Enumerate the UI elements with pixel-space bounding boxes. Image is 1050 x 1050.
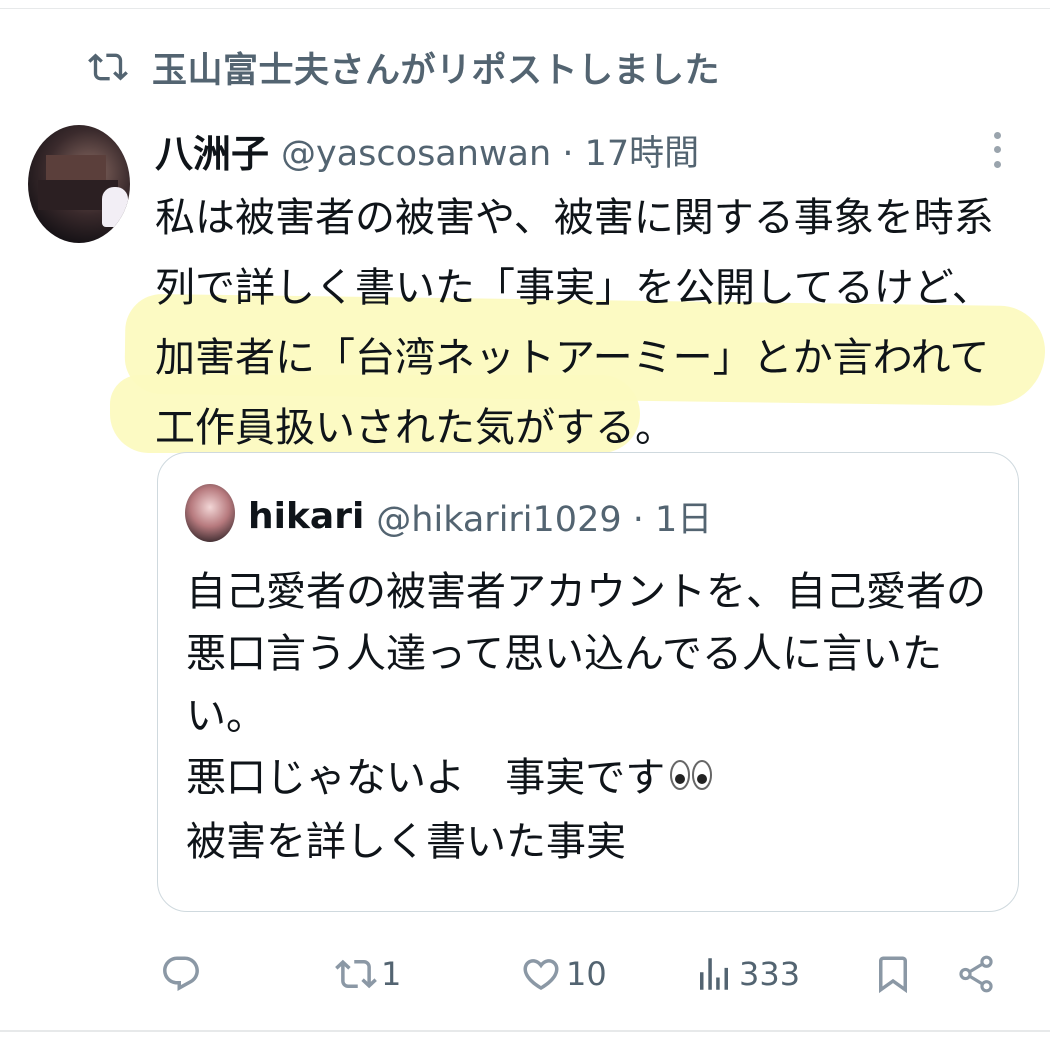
quote-header: hikari @hikariri1029 · 1日 — [248, 488, 712, 544]
bookmark-icon — [879, 956, 907, 994]
repost-indicator[interactable]: 玉山富士夫さんがリポストしました — [88, 42, 720, 92]
tweet-line: 列で詳しく書いた「事実」を公開してるけど、 — [155, 265, 992, 311]
avatar[interactable] — [28, 125, 130, 243]
like-button[interactable]: 10 — [520, 942, 607, 1006]
repost-label: 玉山富士夫さんがリポストしました — [152, 50, 721, 91]
quote-line: 悪口じゃないよ 事実です — [186, 747, 1001, 811]
quote-body: 自己愛者の被害者アカウントを、自己愛者の 悪口言う人達って思い込んでる人に言いた… — [186, 561, 1001, 873]
tweet-line: 加害者に「台湾ネットアーミー」とか言われて — [155, 335, 990, 381]
reply-icon — [163, 956, 199, 991]
quote-display-name: hikari — [248, 495, 365, 537]
quote-line: い。 — [186, 693, 266, 739]
handle-and-time[interactable]: @yascosanwan · 17時間 — [281, 125, 699, 176]
reply-button[interactable] — [160, 942, 206, 1006]
quote-line: 自己愛者の被害者アカウントを、自己愛者の — [186, 569, 986, 615]
tweet-header: 八洲子 @yascosanwan · 17時間 — [155, 122, 699, 178]
repost-icon — [335, 959, 377, 989]
views-count: 333 — [739, 955, 801, 993]
tweet-body: 私は被害者の被害や、被害に関する事象を時系 列で詳しく書いた「事実」を公開してる… — [155, 183, 1025, 463]
display-name[interactable]: 八洲子 — [155, 123, 269, 178]
quote-avatar — [185, 484, 235, 542]
action-bar: 1 10 333 — [0, 942, 1050, 1006]
bookmark-button[interactable] — [872, 942, 914, 1006]
retweet-count: 1 — [381, 955, 402, 993]
eyes-emoji — [669, 749, 713, 811]
repost-icon — [88, 53, 128, 81]
top-divider — [0, 8, 1050, 9]
like-count: 10 — [566, 955, 607, 993]
quote-handle-and-time: @hikariri1029 · 1日 — [376, 499, 713, 540]
tweet-line: 私は被害者の被害や、被害に関する事象を時系 — [155, 195, 994, 241]
quote-line: 被害を詳しく書いた事実 — [186, 819, 626, 865]
heart-icon — [523, 959, 559, 991]
bottom-divider — [0, 1030, 1050, 1032]
share-icon — [959, 955, 993, 993]
quote-line: 悪口言う人達って思い込んでる人に言いた — [186, 631, 942, 677]
views-icon — [700, 958, 728, 990]
more-options-icon[interactable] — [985, 128, 1009, 172]
views-button[interactable]: 333 — [693, 942, 800, 1006]
share-button[interactable] — [955, 942, 997, 1006]
retweet-button[interactable]: 1 — [335, 942, 401, 1006]
